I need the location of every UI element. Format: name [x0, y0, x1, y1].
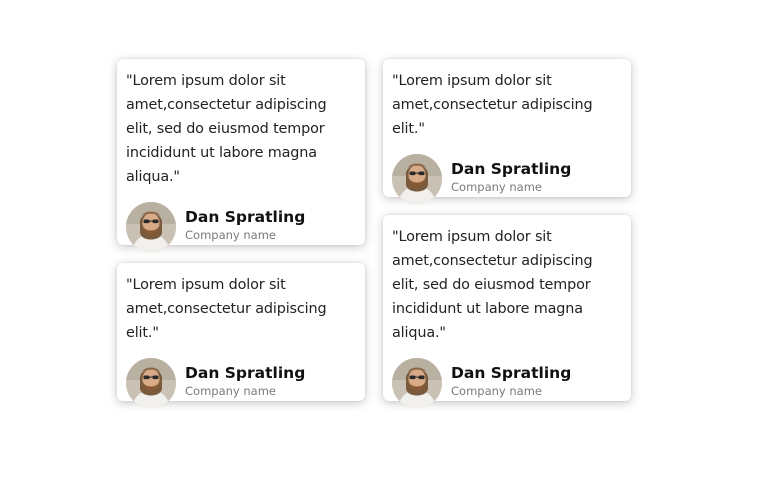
- author-meta: Dan Spratling Company name: [185, 206, 305, 242]
- testimonial-quote: "Lorem ipsum dolor sit amet,consectetur …: [126, 277, 327, 341]
- avatar: [392, 154, 442, 204]
- testimonial-card: "Lorem ipsum dolor sit amet,consectetur …: [117, 263, 365, 408]
- person-photo-icon: [126, 358, 176, 408]
- author-name: Dan Spratling: [185, 208, 306, 226]
- author-name: Dan Spratling: [451, 364, 572, 382]
- person-photo-icon: [126, 202, 176, 252]
- testimonial-grid: "Lorem ipsum dolor sit amet,consectetur …: [0, 0, 775, 489]
- company-name: Company name: [451, 180, 542, 194]
- testimonial-card: "Lorem ipsum dolor sit amet,consectetur …: [383, 215, 631, 408]
- testimonial-quote: "Lorem ipsum dolor sit amet,consectetur …: [392, 73, 593, 137]
- company-name: Company name: [451, 384, 542, 398]
- author-meta: Dan Spratling Company name: [185, 362, 305, 398]
- testimonial-author: Dan Spratling Company name: [126, 358, 356, 408]
- avatar: [126, 358, 176, 408]
- testimonial-quote: "Lorem ipsum dolor sit amet,consectetur …: [126, 73, 327, 185]
- author-meta: Dan Spratling Company name: [451, 362, 571, 398]
- avatar: [392, 358, 442, 408]
- testimonial-author: Dan Spratling Company name: [126, 202, 356, 252]
- testimonial-quote: "Lorem ipsum dolor sit amet,consectetur …: [392, 229, 593, 341]
- testimonial-author: Dan Spratling Company name: [392, 358, 622, 408]
- person-photo-icon: [392, 154, 442, 204]
- author-meta: Dan Spratling Company name: [451, 158, 571, 194]
- author-name: Dan Spratling: [451, 160, 572, 178]
- company-name: Company name: [185, 228, 276, 242]
- testimonial-card: "Lorem ipsum dolor sit amet,consectetur …: [117, 59, 365, 252]
- person-photo-icon: [392, 358, 442, 408]
- testimonial-card: "Lorem ipsum dolor sit amet,consectetur …: [383, 59, 631, 204]
- testimonial-author: Dan Spratling Company name: [392, 154, 622, 204]
- avatar: [126, 202, 176, 252]
- author-name: Dan Spratling: [185, 364, 306, 382]
- company-name: Company name: [185, 384, 276, 398]
